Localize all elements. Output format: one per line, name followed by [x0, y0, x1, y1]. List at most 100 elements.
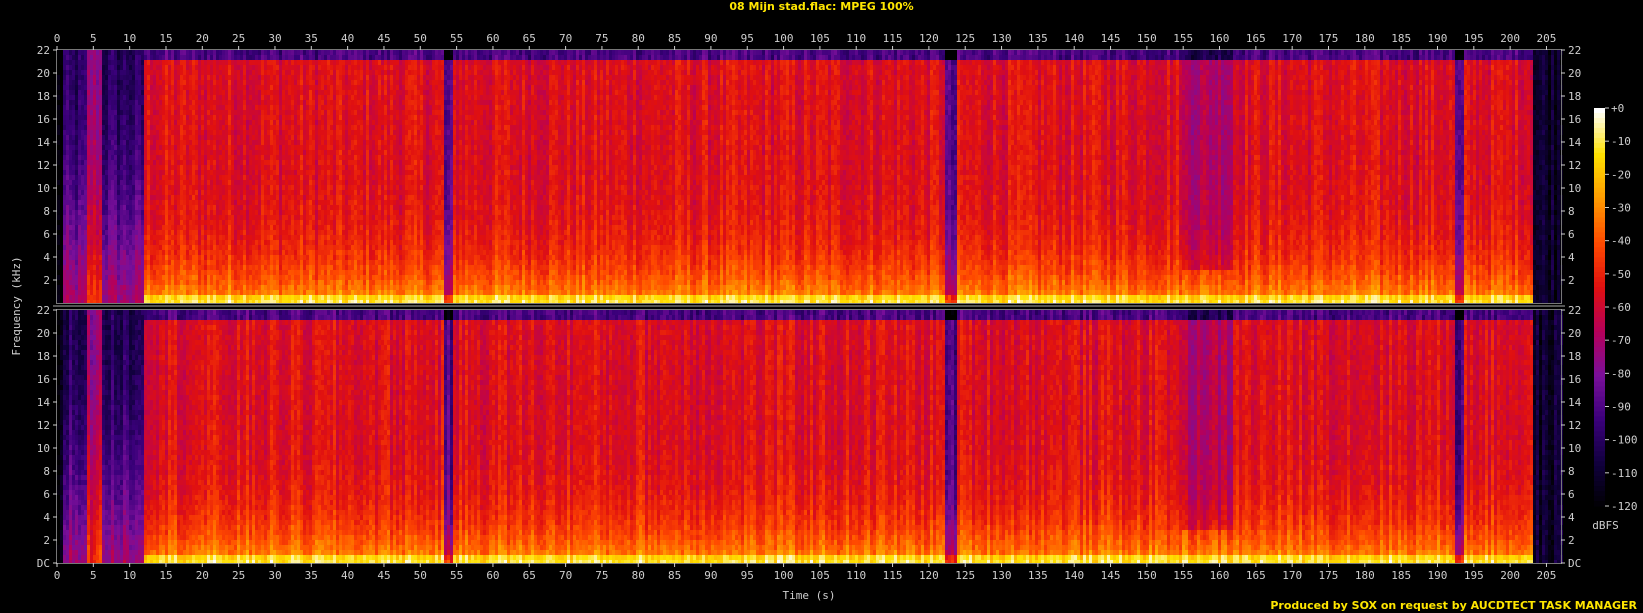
heatmap-cell — [231, 255, 234, 260]
heatmap-cell — [69, 220, 72, 225]
heatmap-cell — [327, 205, 330, 210]
heatmap-cell — [189, 60, 192, 65]
heatmap-cell — [276, 260, 279, 265]
heatmap-cell — [102, 80, 105, 85]
heatmap-cell — [135, 300, 138, 303]
heatmap-cell — [168, 200, 171, 205]
heatmap-cell — [63, 60, 66, 65]
heatmap-cell — [243, 140, 246, 145]
heatmap-cell — [300, 190, 303, 195]
heatmap-cell — [201, 65, 204, 70]
heatmap-cell — [240, 270, 243, 275]
heatmap-cell — [84, 55, 87, 60]
heatmap-cell — [306, 110, 309, 115]
heatmap-cell — [189, 65, 192, 70]
heatmap-cell — [183, 255, 186, 260]
heatmap-cell — [102, 120, 105, 125]
heatmap-cell — [87, 290, 90, 295]
heatmap-cell — [294, 220, 297, 225]
heatmap-cell — [345, 210, 348, 215]
heatmap-cell — [279, 55, 282, 60]
heatmap-cell — [237, 110, 240, 115]
heatmap-cell — [201, 145, 204, 150]
heatmap-cell — [306, 205, 309, 210]
heatmap-cell — [303, 185, 306, 190]
heatmap-cell — [306, 145, 309, 150]
heatmap-cell — [195, 175, 198, 180]
heatmap-cell — [156, 135, 159, 140]
heatmap-cell — [267, 220, 270, 225]
heatmap-cell — [201, 100, 204, 105]
heatmap-cell — [279, 175, 282, 180]
heatmap-cell — [303, 110, 306, 115]
heatmap-cell — [180, 75, 183, 80]
heatmap-cell — [234, 155, 237, 160]
heatmap-cell — [201, 250, 204, 255]
heatmap-cell — [147, 255, 150, 260]
heatmap-cell — [102, 130, 105, 135]
heatmap-cell — [162, 100, 165, 105]
heatmap-cell — [255, 280, 258, 285]
heatmap-cell — [294, 240, 297, 245]
heatmap-cell — [174, 295, 177, 300]
heatmap-cell — [222, 215, 225, 220]
heatmap-cell — [267, 290, 270, 295]
heatmap-cell — [345, 235, 348, 240]
heatmap-cell — [267, 285, 270, 290]
heatmap-cell — [111, 285, 114, 290]
heatmap-cell — [231, 245, 234, 250]
heatmap-cell — [129, 250, 132, 255]
heatmap-cell — [240, 280, 243, 285]
heatmap-cell — [225, 250, 228, 255]
heatmap-cell — [309, 55, 312, 60]
heatmap-cell — [171, 75, 174, 80]
heatmap-cell — [105, 250, 108, 255]
heatmap-cell — [300, 120, 303, 125]
heatmap-cell — [246, 125, 249, 130]
heatmap-cell — [261, 70, 264, 75]
heatmap-cell — [186, 230, 189, 235]
heatmap-cell — [225, 135, 228, 140]
heatmap-cell — [300, 185, 303, 190]
heatmap-cell — [117, 210, 120, 215]
heatmap-cell — [138, 110, 141, 115]
heatmap-cell — [339, 115, 342, 120]
heatmap-cell — [267, 190, 270, 195]
heatmap-cell — [114, 90, 117, 95]
heatmap-cell — [243, 105, 246, 110]
heatmap-cell — [222, 130, 225, 135]
heatmap-cell — [282, 265, 285, 270]
heatmap-cell — [303, 65, 306, 70]
heatmap-cell — [318, 115, 321, 120]
heatmap-cell — [312, 255, 315, 260]
heatmap-cell — [96, 85, 99, 90]
heatmap-cell — [168, 125, 171, 130]
heatmap-cell — [240, 130, 243, 135]
heatmap-cell — [120, 275, 123, 280]
heatmap-cell — [189, 155, 192, 160]
heatmap-cell — [258, 230, 261, 235]
heatmap-cell — [84, 95, 87, 100]
heatmap-cell — [114, 60, 117, 65]
heatmap-cell — [147, 285, 150, 290]
heatmap-cell — [72, 170, 75, 175]
heatmap-cell — [189, 135, 192, 140]
heatmap-cell — [207, 235, 210, 240]
heatmap-cell — [330, 120, 333, 125]
heatmap-cell — [246, 130, 249, 135]
heatmap-cell — [276, 215, 279, 220]
heatmap-cell — [270, 130, 273, 135]
heatmap-cell — [162, 295, 165, 300]
heatmap-cell — [327, 255, 330, 260]
heatmap-cell — [180, 110, 183, 115]
heatmap-cell — [105, 265, 108, 270]
heatmap-cell — [216, 285, 219, 290]
heatmap-cell — [348, 75, 351, 80]
heatmap-cell — [240, 70, 243, 75]
heatmap-cell — [333, 275, 336, 280]
heatmap-cell — [138, 250, 141, 255]
heatmap-cell — [96, 235, 99, 240]
heatmap-cell — [168, 270, 171, 275]
heatmap-cell — [249, 185, 252, 190]
heatmap-cell — [93, 125, 96, 130]
